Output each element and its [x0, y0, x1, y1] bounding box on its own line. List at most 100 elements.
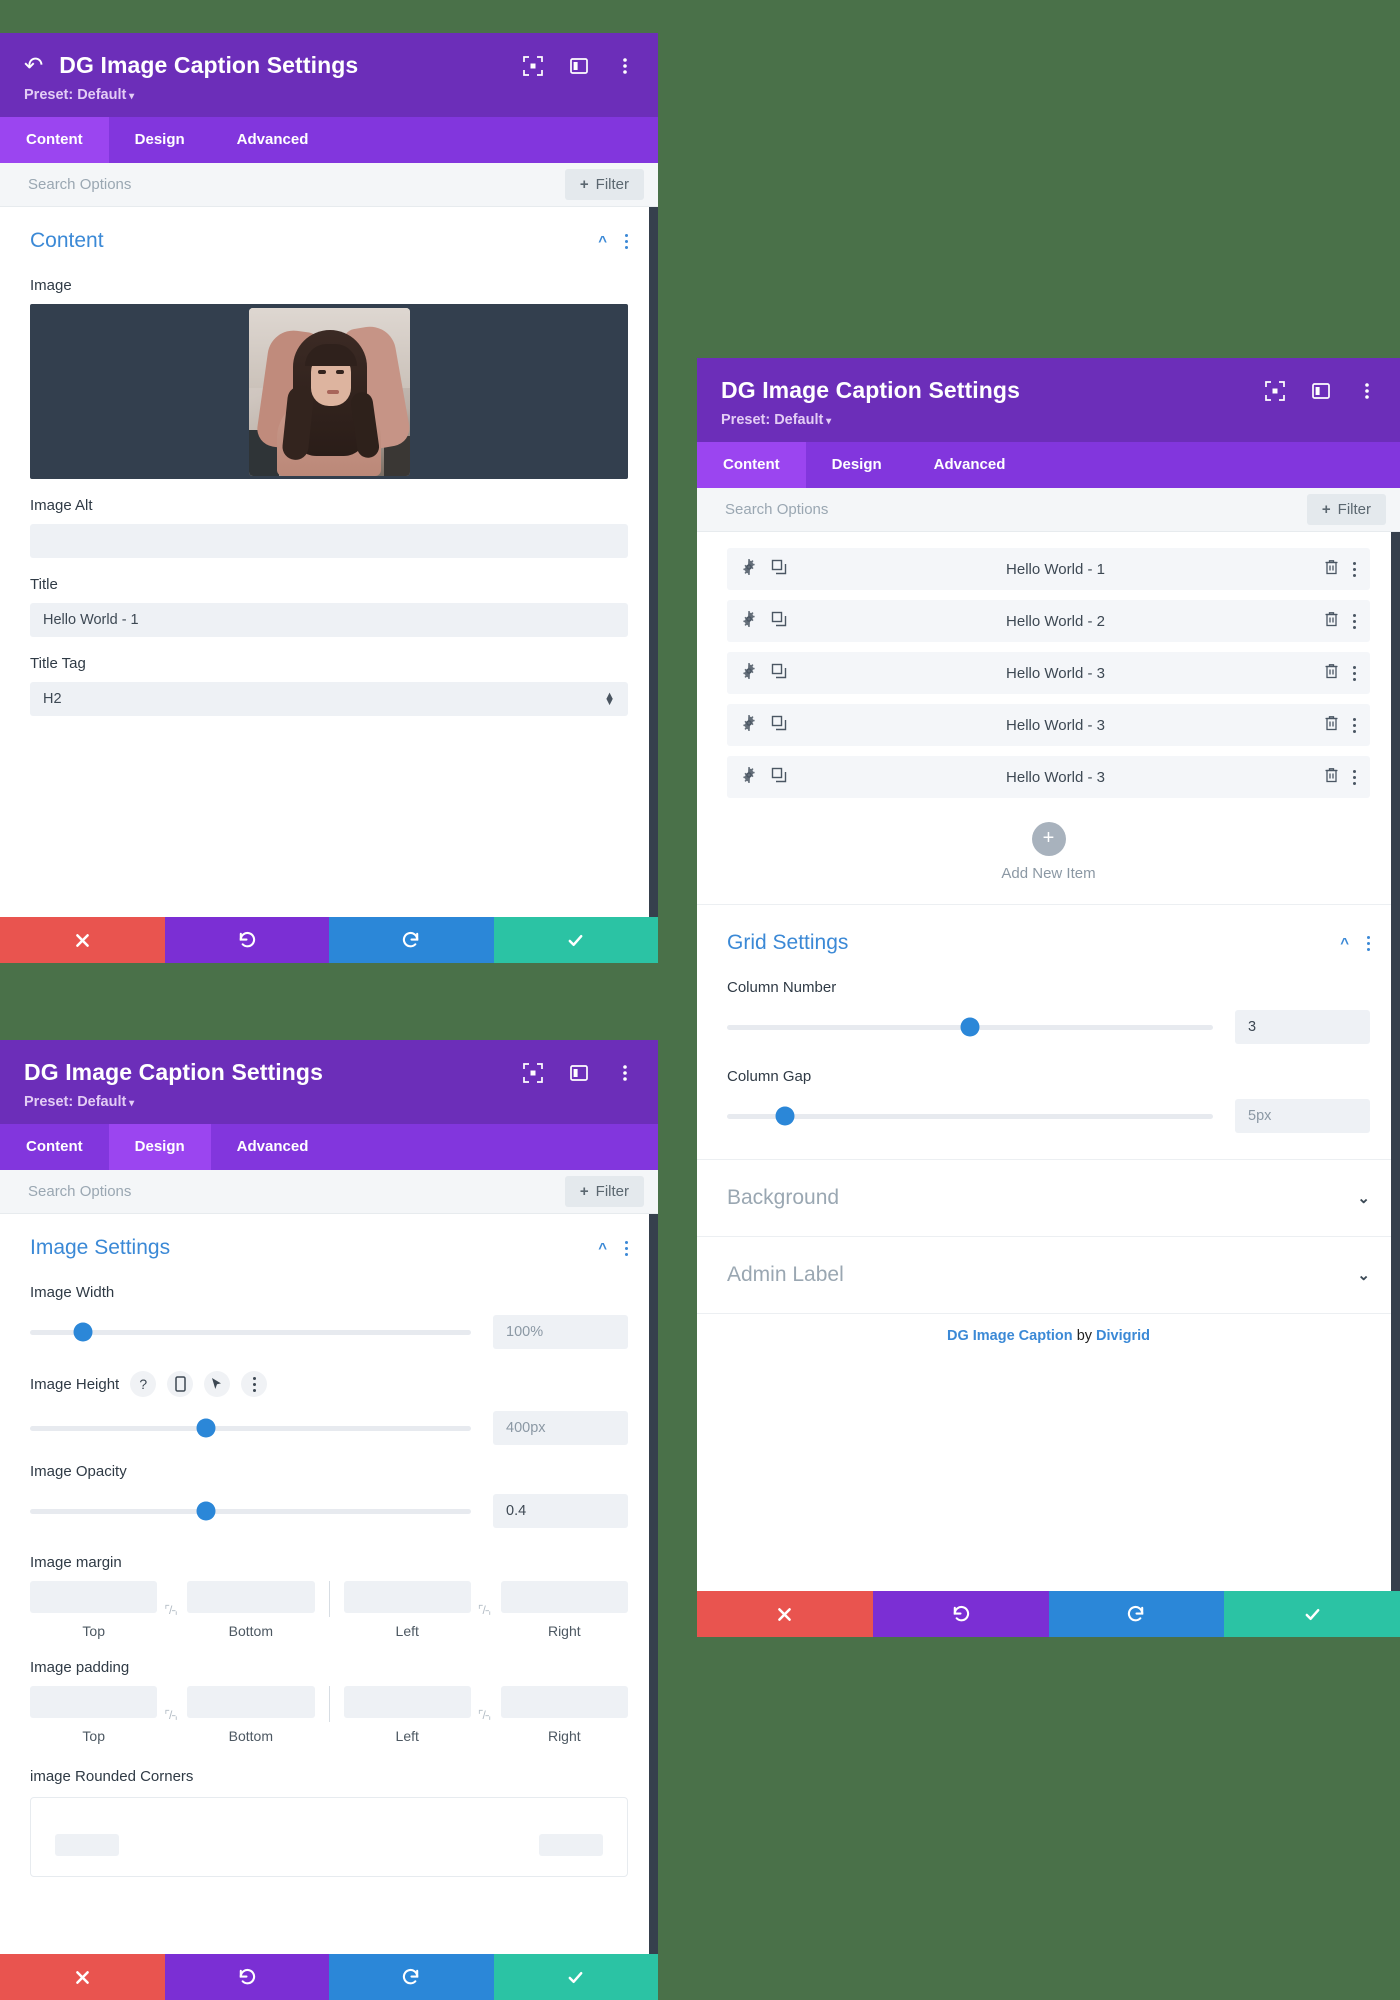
- tab-content[interactable]: Content: [697, 442, 806, 489]
- padding-right-input[interactable]: [500, 1686, 629, 1719]
- column-number-value[interactable]: 3: [1235, 1010, 1370, 1045]
- link-icon[interactable]: ⌜/⌍: [157, 1603, 187, 1617]
- undo-button[interactable]: [164, 1954, 329, 2000]
- corner-input-left[interactable]: [55, 1834, 119, 1857]
- kebab-icon[interactable]: [1353, 561, 1356, 577]
- search-input[interactable]: Search Options: [28, 176, 131, 193]
- trash-icon[interactable]: [1324, 611, 1339, 632]
- layout-icon[interactable]: [568, 55, 590, 77]
- kebab-icon[interactable]: [1353, 717, 1356, 733]
- rounded-corners-control[interactable]: [30, 1797, 628, 1878]
- trash-icon[interactable]: [1324, 663, 1339, 684]
- tab-design[interactable]: Design: [108, 1124, 211, 1171]
- kebab-icon[interactable]: [614, 55, 636, 77]
- image-opacity-value[interactable]: 0.4: [493, 1494, 628, 1529]
- section-header-image-settings[interactable]: Image Settings ^: [0, 1214, 658, 1266]
- help-icon[interactable]: ?: [130, 1371, 157, 1398]
- kebab-icon[interactable]: [241, 1371, 268, 1398]
- save-button[interactable]: [493, 917, 658, 963]
- kebab-icon[interactable]: [1353, 769, 1356, 785]
- section-header-content[interactable]: Content ^: [0, 207, 658, 259]
- margin-right-input[interactable]: [500, 1581, 629, 1614]
- padding-top-input[interactable]: [30, 1686, 158, 1719]
- gear-icon[interactable]: [741, 766, 757, 788]
- filter-button[interactable]: + Filter: [564, 1176, 644, 1208]
- expand-icon[interactable]: [522, 1062, 544, 1084]
- filter-button[interactable]: + Filter: [1306, 494, 1386, 526]
- section-background[interactable]: Background ⌄: [697, 1159, 1400, 1236]
- chevron-up-icon[interactable]: ^: [598, 233, 607, 250]
- vendor-link[interactable]: Divigrid: [1096, 1328, 1150, 1344]
- tab-advanced[interactable]: Advanced: [908, 442, 1032, 488]
- save-button[interactable]: [1224, 1591, 1400, 1637]
- gear-icon[interactable]: [741, 662, 757, 684]
- link-icon[interactable]: ⌜/⌍: [471, 1603, 501, 1617]
- kebab-icon[interactable]: [625, 1240, 628, 1256]
- image-height-slider[interactable]: [30, 1418, 471, 1438]
- duplicate-icon[interactable]: [771, 611, 787, 632]
- section-admin-label[interactable]: Admin Label ⌄: [697, 1236, 1400, 1313]
- search-input[interactable]: Search Options: [28, 1183, 131, 1200]
- tab-design[interactable]: Design: [109, 117, 211, 163]
- cancel-button[interactable]: [697, 1591, 873, 1637]
- kebab-icon[interactable]: [1367, 935, 1370, 951]
- gear-icon[interactable]: [741, 558, 757, 580]
- padding-bottom-input[interactable]: [187, 1686, 315, 1719]
- list-item[interactable]: Hello World - 3: [727, 704, 1370, 747]
- slider-handle[interactable]: [196, 1418, 216, 1438]
- duplicate-icon[interactable]: [771, 767, 787, 788]
- column-gap-slider[interactable]: [727, 1106, 1213, 1126]
- tab-advanced[interactable]: Advanced: [211, 1124, 335, 1170]
- margin-bottom-input[interactable]: [187, 1581, 315, 1614]
- image-width-slider[interactable]: [30, 1322, 471, 1342]
- back-arrow-icon[interactable]: ↶: [24, 55, 43, 78]
- image-preview[interactable]: [30, 304, 628, 480]
- filter-button[interactable]: + Filter: [564, 169, 644, 201]
- chevron-up-icon[interactable]: ^: [1340, 935, 1349, 952]
- tab-design[interactable]: Design: [806, 442, 908, 488]
- cancel-button[interactable]: [0, 1954, 165, 2000]
- expand-icon[interactable]: [1264, 380, 1286, 402]
- margin-left-input[interactable]: [343, 1581, 471, 1614]
- kebab-icon[interactable]: [614, 1062, 636, 1084]
- image-height-value[interactable]: 400px: [493, 1411, 628, 1446]
- duplicate-icon[interactable]: [771, 715, 787, 736]
- slider-handle[interactable]: [73, 1322, 93, 1342]
- kebab-icon[interactable]: [1353, 665, 1356, 681]
- title-tag-select[interactable]: H2 ▲ ▼: [30, 682, 628, 717]
- layout-icon[interactable]: [568, 1062, 590, 1084]
- vertical-scrollbar[interactable]: [1391, 532, 1400, 1591]
- save-button[interactable]: [493, 1954, 658, 2000]
- gear-icon[interactable]: [741, 610, 757, 632]
- expand-icon[interactable]: [522, 55, 544, 77]
- search-input[interactable]: Search Options: [725, 501, 828, 518]
- cancel-button[interactable]: [0, 917, 165, 963]
- undo-button[interactable]: [164, 917, 329, 963]
- duplicate-icon[interactable]: [771, 559, 787, 580]
- undo-button[interactable]: [872, 1591, 1049, 1637]
- chevron-down-icon[interactable]: ⌄: [1357, 1266, 1370, 1284]
- padding-left-input[interactable]: [343, 1686, 471, 1719]
- kebab-icon[interactable]: [625, 233, 628, 249]
- kebab-icon[interactable]: [1353, 613, 1356, 629]
- margin-top-input[interactable]: [30, 1581, 158, 1614]
- kebab-icon[interactable]: [1356, 380, 1378, 402]
- chevron-down-icon[interactable]: ⌄: [1357, 1189, 1370, 1207]
- slider-handle[interactable]: [960, 1017, 980, 1037]
- image-opacity-slider[interactable]: [30, 1501, 471, 1521]
- slider-handle[interactable]: [775, 1106, 795, 1126]
- preset-selector[interactable]: Preset: Default ▾: [721, 412, 1376, 428]
- list-item[interactable]: Hello World - 2: [727, 600, 1370, 643]
- column-gap-value[interactable]: 5px: [1235, 1099, 1370, 1134]
- section-header-grid-settings[interactable]: Grid Settings ^: [697, 905, 1400, 961]
- tab-content[interactable]: Content: [0, 117, 109, 164]
- list-item[interactable]: Hello World - 3: [727, 652, 1370, 695]
- preset-selector[interactable]: Preset: Default ▾: [24, 87, 634, 103]
- cursor-icon[interactable]: [204, 1371, 231, 1398]
- trash-icon[interactable]: [1324, 767, 1339, 788]
- image-width-value[interactable]: 100%: [493, 1315, 628, 1350]
- redo-button[interactable]: [329, 1954, 494, 2000]
- corner-input-right[interactable]: [539, 1834, 603, 1857]
- preset-selector[interactable]: Preset: Default ▾: [24, 1094, 634, 1110]
- list-item[interactable]: Hello World - 1: [727, 548, 1370, 591]
